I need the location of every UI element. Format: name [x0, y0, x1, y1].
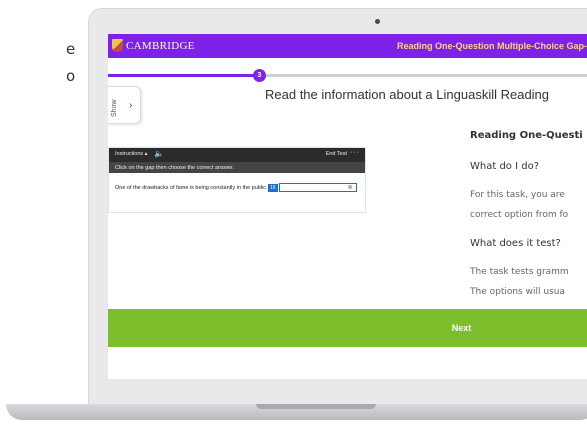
info-panel: Reading One-Questi What do I do? For thi… [470, 130, 587, 300]
laptop-notch [256, 404, 376, 409]
next-label: Next [451, 323, 472, 333]
answer-gap-dropdown[interactable]: ⊗ [278, 183, 357, 192]
cambridge-logo: CAMBRIDGE [112, 39, 195, 52]
next-button[interactable]: Next [108, 309, 587, 347]
header-title: Reading One-Question Multiple-Choice Gap… [397, 41, 587, 51]
header-bar: CAMBRIDGE Reading One-Question Multiple-… [108, 34, 587, 58]
instruction-text: Click on the gap then choose the correct… [109, 162, 365, 173]
progress-track [108, 74, 587, 77]
info-heading-what-test: What does it test? [470, 238, 561, 249]
cutoff-text-1: e [66, 40, 76, 58]
task-preview: Instructions ▴ 🔈 End Test ··· Click on t… [108, 147, 366, 213]
task-toolbar: Instructions ▴ 🔈 End Test ··· [109, 148, 365, 162]
instructions-toggle[interactable]: Instructions ▴ [115, 151, 147, 157]
question-text: One of the drawbacks of fame is being co… [115, 184, 267, 191]
show-tab-label: Show [111, 99, 118, 117]
info-paragraph-2-line-1: The task tests gramm [470, 267, 569, 277]
laptop-screen: CAMBRIDGE Reading One-Question Multiple-… [108, 34, 587, 379]
info-paragraph-1-line-2: correct option from fo [470, 210, 569, 220]
logo-text: CAMBRIDGE [126, 39, 195, 52]
laptop-base [6, 404, 587, 420]
info-paragraph-2-line-2: The options will usua [470, 287, 565, 297]
info-title: Reading One-Questi [470, 130, 583, 141]
show-panel-tab[interactable]: Show › [108, 86, 141, 124]
shield-icon [112, 39, 123, 52]
info-heading-what-do: What do I do? [470, 161, 539, 172]
laptop-camera [375, 19, 380, 24]
question-row: One of the drawbacks of fame is being co… [115, 183, 357, 192]
chevron-right-icon: › [129, 100, 133, 111]
info-paragraph-1-line-1: For this task, you are [470, 190, 565, 200]
instructions-label: Instructions [115, 151, 144, 157]
progress-step-indicator: 3 [253, 69, 266, 82]
speaker-icon[interactable]: 🔈 [154, 149, 164, 158]
page-heading: Read the information about a Linguaskill… [265, 87, 550, 102]
more-options-icon[interactable]: ··· [350, 149, 360, 156]
gap-number: 16 [268, 183, 278, 192]
progress-fill [108, 74, 259, 77]
end-test-button[interactable]: End Test [326, 151, 347, 157]
cutoff-text-2: o [66, 67, 76, 85]
clear-icon[interactable]: ⊗ [348, 184, 353, 191]
